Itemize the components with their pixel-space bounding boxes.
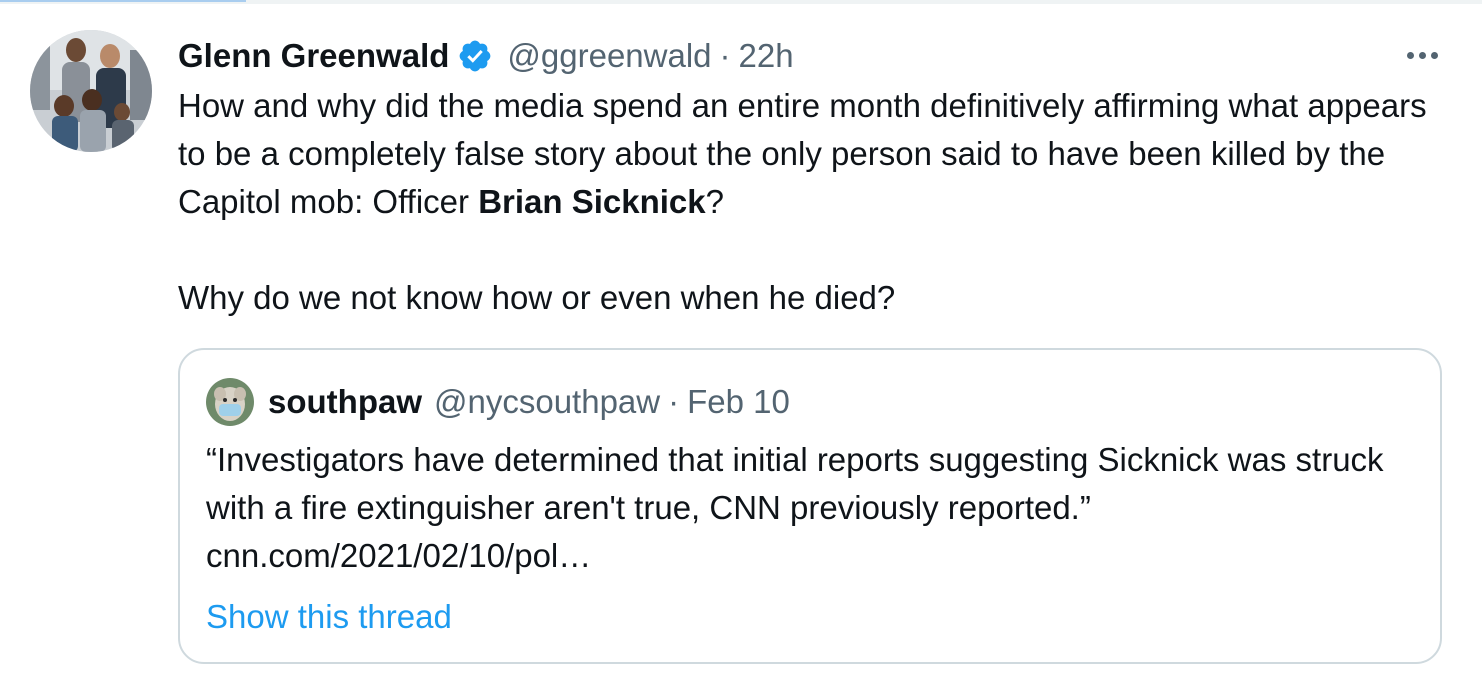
- quoted-tweet-header: southpaw @nycsouthpaw · Feb 10: [206, 378, 790, 426]
- quoted-tweet-timestamp[interactable]: Feb 10: [687, 383, 790, 421]
- top-divider-accent: [0, 0, 246, 2]
- quoted-header-separator: ·: [668, 383, 680, 420]
- tweet-screenshot: Glenn Greenwald @ggreenwald · 22h How an…: [0, 0, 1482, 698]
- author-handle[interactable]: @ggreenwald: [507, 37, 711, 75]
- header-separator: ·: [719, 37, 731, 74]
- quoted-tweet-body: “Investigators have determined that init…: [206, 441, 1384, 574]
- tweet-text-part: ?: [705, 183, 724, 220]
- quoted-author-name[interactable]: southpaw: [268, 383, 422, 421]
- tweet-header: Glenn Greenwald @ggreenwald · 22h: [178, 32, 1448, 80]
- tweet-text-bold: Brian Sicknick: [478, 183, 706, 220]
- tweet-content: Glenn Greenwald @ggreenwald · 22h How an…: [178, 32, 1448, 322]
- quoted-tweet-card[interactable]: southpaw @nycsouthpaw · Feb 10 “Investig…: [178, 348, 1442, 664]
- tweet-text-part: How and why did the media spend an entir…: [178, 87, 1427, 220]
- show-thread-link[interactable]: Show this thread: [206, 593, 452, 641]
- quoted-author-avatar: [206, 378, 254, 426]
- tweet-timestamp[interactable]: 22h: [739, 37, 794, 75]
- verified-badge-icon: [457, 38, 493, 74]
- author-avatar[interactable]: [30, 30, 152, 152]
- tweet-body: How and why did the media spend an entir…: [178, 82, 1448, 322]
- quoted-author-handle[interactable]: @nycsouthpaw: [434, 383, 660, 421]
- more-horizontal-icon[interactable]: [1400, 40, 1444, 70]
- tweet-paragraph-2: Why do we not know how or even when he d…: [178, 279, 896, 316]
- avatar-photo-icon: [30, 30, 152, 152]
- tweet-paragraph-1: How and why did the media spend an entir…: [178, 82, 1448, 226]
- author-name[interactable]: Glenn Greenwald: [178, 37, 449, 75]
